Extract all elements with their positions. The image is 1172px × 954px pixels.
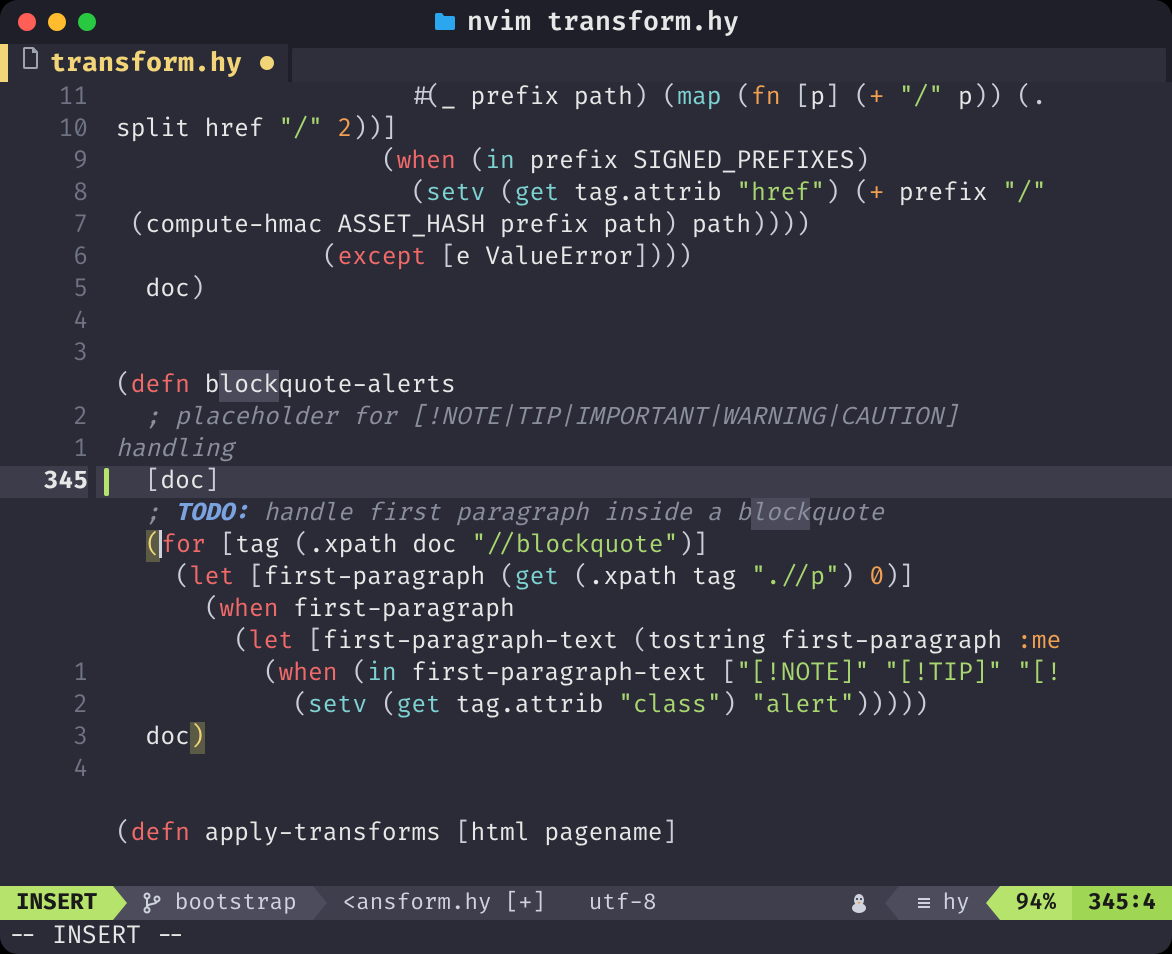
separator-icon bbox=[986, 886, 1000, 920]
separator-icon bbox=[819, 886, 833, 920]
code-line[interactable] bbox=[116, 338, 1172, 370]
titlebar: nvim transform.hy bbox=[0, 0, 1172, 44]
close-icon[interactable] bbox=[18, 13, 36, 31]
filetype-segment: hy bbox=[899, 886, 986, 920]
editor[interactable]: 11109876543213451234 #(_ prefix path) (m… bbox=[0, 82, 1172, 886]
code-line[interactable] bbox=[116, 306, 1172, 338]
percent: 94% bbox=[1016, 887, 1057, 919]
tab-filename: transform.hy bbox=[50, 47, 242, 79]
branch-name: bootstrap bbox=[175, 887, 297, 919]
active-tab-indicator bbox=[0, 44, 8, 82]
code-line[interactable]: split href "/" 2))] bbox=[116, 114, 1172, 146]
separator-icon bbox=[113, 886, 127, 920]
statusline: INSERT bootstrap <ansform.hy [+] utf-8 bbox=[0, 886, 1172, 920]
tabline-empty bbox=[292, 48, 1166, 82]
code-line[interactable] bbox=[116, 754, 1172, 786]
minimize-icon[interactable] bbox=[48, 13, 66, 31]
code-line[interactable]: ; TODO: handle first paragraph inside a … bbox=[116, 498, 1172, 530]
zoom-icon[interactable] bbox=[78, 13, 96, 31]
folder-icon bbox=[433, 12, 457, 32]
code-line[interactable] bbox=[116, 786, 1172, 818]
git-branch-icon bbox=[143, 892, 161, 914]
code-line[interactable]: handling bbox=[116, 434, 1172, 466]
sign-column bbox=[96, 82, 116, 886]
encoding: utf-8 bbox=[589, 887, 657, 919]
line-number-gutter: 11109876543213451234 bbox=[0, 82, 96, 886]
separator-icon bbox=[313, 886, 327, 920]
code-line[interactable]: (setv (get tag.attrib "class") "alert"))… bbox=[116, 690, 1172, 722]
linux-icon bbox=[849, 892, 869, 914]
mode-segment: INSERT bbox=[0, 886, 113, 920]
file-icon bbox=[22, 47, 40, 79]
code-line[interactable]: (setv (get tag.attrib "href") (+ prefix … bbox=[116, 178, 1172, 210]
file-segment: <ansform.hy [+] utf-8 bbox=[327, 886, 819, 920]
filetype-icon bbox=[915, 894, 933, 912]
code-line[interactable]: (when (in first-paragraph-text ["[!NOTE]… bbox=[116, 658, 1172, 690]
terminal-window: nvim transform.hy transform.hy 111098765… bbox=[0, 0, 1172, 954]
percent-segment: 94% bbox=[1000, 886, 1073, 920]
code-line[interactable]: ; placeholder for [!NOTE|TIP|IMPORTANT|W… bbox=[116, 402, 1172, 434]
code-line[interactable]: [doc] bbox=[116, 466, 1172, 498]
tabline: transform.hy bbox=[0, 44, 1172, 82]
os-segment bbox=[833, 886, 885, 920]
window-title: nvim transform.hy bbox=[467, 6, 739, 38]
code-line[interactable]: (defn apply-transforms [html pagename] bbox=[116, 818, 1172, 850]
separator-icon bbox=[885, 886, 899, 920]
code-line[interactable]: doc) bbox=[116, 274, 1172, 306]
command-line[interactable]: -- INSERT -- bbox=[0, 920, 1172, 954]
cmdline-text: -- INSERT -- bbox=[8, 921, 185, 953]
code-area[interactable]: #(_ prefix path) (map (fn [p] (+ "/" p))… bbox=[116, 82, 1172, 886]
code-line[interactable]: #(_ prefix path) (map (fn [p] (+ "/" p))… bbox=[116, 82, 1172, 114]
filetype: hy bbox=[943, 887, 970, 919]
code-line[interactable]: (defn blockquote-alerts bbox=[116, 370, 1172, 402]
code-line[interactable]: (when first-paragraph bbox=[116, 594, 1172, 626]
branch-segment: bootstrap bbox=[127, 886, 312, 920]
file-path: <ansform.hy [+] bbox=[343, 887, 546, 919]
tab-active[interactable]: transform.hy bbox=[8, 44, 288, 82]
position: 345:4 bbox=[1088, 887, 1156, 919]
mode-label: INSERT bbox=[16, 887, 97, 919]
code-line[interactable]: (for [tag (.xpath doc "//blockquote")] bbox=[116, 530, 1172, 562]
traffic-lights bbox=[0, 13, 96, 31]
position-segment: 345:4 bbox=[1072, 886, 1172, 920]
code-line[interactable]: (let [first-paragraph-text (tostring fir… bbox=[116, 626, 1172, 658]
code-line[interactable]: (compute-hmac ASSET_HASH prefix path) pa… bbox=[116, 210, 1172, 242]
code-line[interactable]: (let [first-paragraph (get (.xpath tag "… bbox=[116, 562, 1172, 594]
code-line[interactable]: (when (in prefix SIGNED_PREFIXES) bbox=[116, 146, 1172, 178]
code-line[interactable]: (except [e ValueError]))) bbox=[116, 242, 1172, 274]
code-line[interactable]: doc) bbox=[116, 722, 1172, 754]
modified-indicator-icon bbox=[260, 56, 274, 70]
